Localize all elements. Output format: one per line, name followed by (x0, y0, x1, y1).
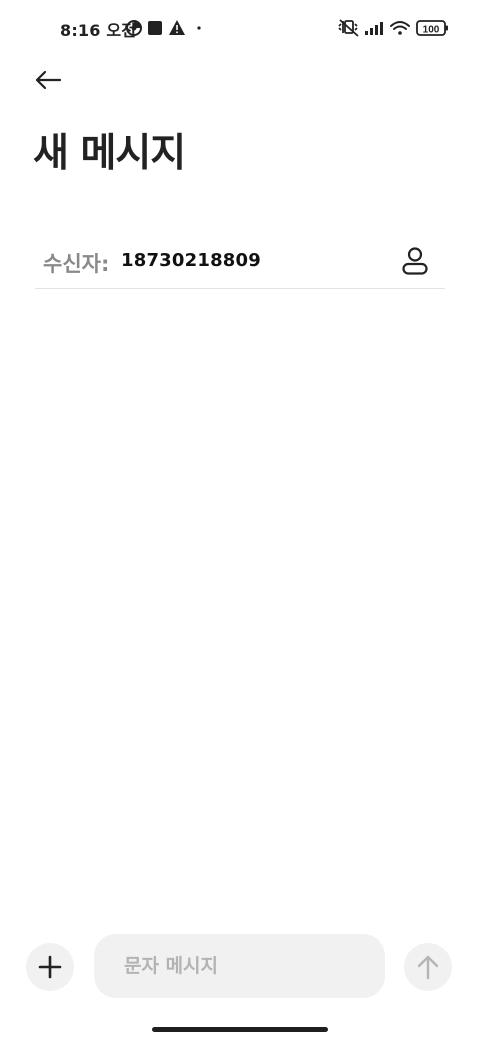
status-right-icons: 100 (338, 19, 448, 37)
arrow-left-icon (35, 70, 62, 90)
select-contact-button[interactable] (397, 243, 433, 279)
recipient-label: 수신자: (43, 252, 110, 276)
wifi-icon (390, 21, 410, 35)
message-composer (0, 932, 480, 1002)
plus-icon (38, 955, 62, 979)
message-input[interactable] (122, 954, 376, 978)
stop-square-icon (148, 21, 162, 35)
battery-level: 100 (423, 25, 440, 36)
data-saver-icon (126, 20, 142, 36)
recipient-value[interactable]: 18730218809 (121, 250, 261, 271)
status-bar: 8:16 오전 100 (0, 0, 480, 56)
recipient-row[interactable]: 수신자: 18730218809 (35, 236, 445, 289)
arrow-up-icon (417, 955, 439, 980)
dot-icon (197, 26, 201, 30)
warning-icon (169, 20, 185, 35)
signal-icon (365, 22, 383, 35)
message-field[interactable] (94, 934, 385, 998)
status-time: 8:16 오전 (60, 21, 137, 40)
home-indicator[interactable] (152, 1027, 328, 1032)
new-message-screen: 8:16 오전 100 새 메시지 수신자: 18730218809 문자 메시… (0, 0, 480, 1040)
page-title: 새 메시지 (33, 131, 186, 176)
send-button[interactable] (404, 943, 452, 991)
back-button[interactable] (28, 62, 68, 98)
status-left-icons (126, 20, 201, 36)
mute-vibrate-icon (338, 19, 359, 37)
attach-button[interactable] (26, 943, 74, 991)
person-icon (402, 247, 428, 275)
